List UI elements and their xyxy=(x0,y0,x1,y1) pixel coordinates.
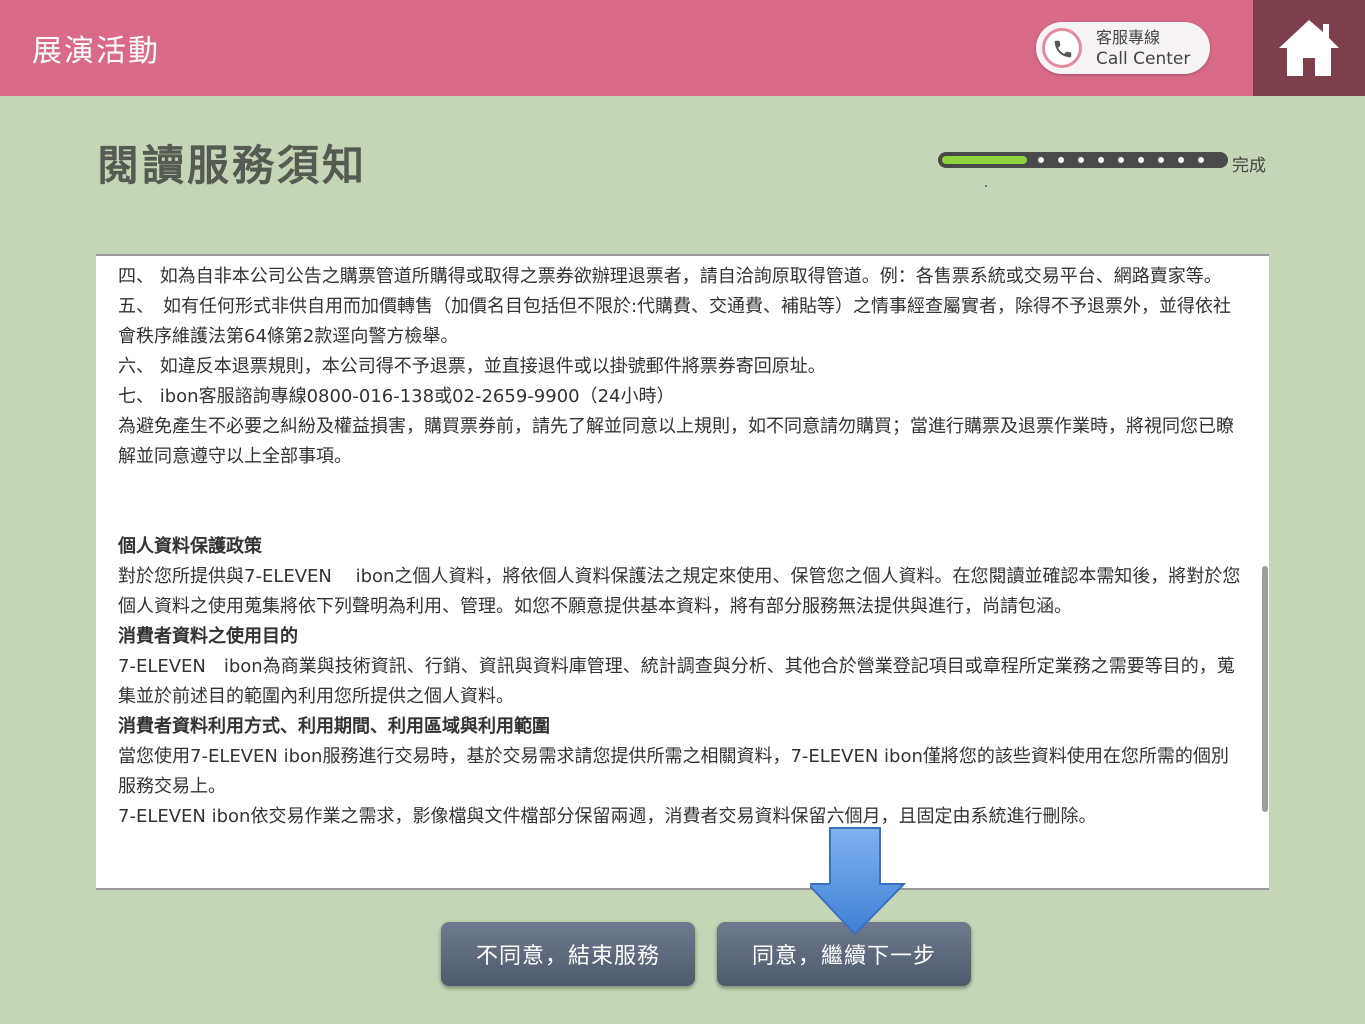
notice-spacer xyxy=(118,472,1246,532)
notice-scrollbar[interactable] xyxy=(1262,566,1268,812)
notice-paragraph: 當您使用7-ELEVEN ibon服務進行交易時，基於交易需求請您提供所需之相關… xyxy=(118,746,1229,797)
call-center-button[interactable]: 客服專線 Call Center xyxy=(1036,22,1210,74)
home-button[interactable] xyxy=(1253,0,1365,96)
progress-step-dot xyxy=(1058,157,1064,163)
notice-section-heading: 消費者資料之使用目的 xyxy=(118,626,298,647)
page-title: 閱讀服務須知 xyxy=(97,141,368,190)
progress-step-dot xyxy=(1138,157,1144,163)
progress-step-dot xyxy=(1118,157,1124,163)
progress-step-dot xyxy=(1038,157,1044,163)
notice-section-heading: 個人資料保護政策 xyxy=(118,536,262,557)
decorative-dot xyxy=(985,185,987,187)
home-icon xyxy=(1279,20,1339,76)
progress-step-dot xyxy=(1158,157,1164,163)
service-notice-box[interactable]: 四、 如為自非本公司公告之購票管道所購得或取得之票券欲辦理退票者，請自洽詢原取得… xyxy=(96,254,1269,890)
progress-bar xyxy=(938,152,1228,168)
notice-paragraph: 7-ELEVEN ibon為商業與技術資訊、行銷、資訊與資料庫管理、統計調查與分… xyxy=(118,656,1235,707)
phone-icon xyxy=(1042,28,1082,68)
progress-steps xyxy=(1038,157,1224,163)
header-title: 展演活動 xyxy=(32,34,160,69)
notice-section-heading: 消費者資料利用方式、利用期間、利用區域與利用範圍 xyxy=(118,716,550,737)
notice-paragraph: 7-ELEVEN ibon依交易作業之需求，影像檔與文件檔部分保留兩週，消費者交… xyxy=(118,806,1097,827)
down-arrow-icon xyxy=(810,827,906,936)
notice-content: 四、 如為自非本公司公告之購票管道所購得或取得之票券欲辦理退票者，請自洽詢原取得… xyxy=(118,262,1246,832)
notice-paragraph: 六、 如違反本退票規則，本公司得不予退票，並直接退件或以掛號郵件將票券寄回原址。 xyxy=(118,356,826,377)
notice-paragraph: 為避免產生不必要之糾紛及權益損害，購買票券前，請先了解並同意以上規則，如不同意請… xyxy=(118,416,1234,467)
progress-fill xyxy=(942,156,1027,164)
notice-paragraph: 四、 如為自非本公司公告之購票管道所購得或取得之票券欲辦理退票者，請自洽詢原取得… xyxy=(118,266,1222,287)
progress-step-dot xyxy=(1178,157,1184,163)
disagree-button[interactable]: 不同意，結束服務 xyxy=(441,922,695,986)
progress-label: 完成 xyxy=(1232,156,1266,176)
call-center-label-zh: 客服專線 xyxy=(1096,28,1161,47)
call-center-label-en: Call Center xyxy=(1096,49,1191,69)
progress-step-dot xyxy=(1198,157,1204,163)
notice-paragraph: 對於您所提供與7-ELEVEN ibon之個人資料，將依個人資料保護法之規定來使… xyxy=(118,566,1241,617)
notice-paragraph: 七、 ibon客服諮詢專線0800-016-138或02-2659-9900（2… xyxy=(118,386,675,407)
progress-step-dot xyxy=(1078,157,1084,163)
header-bar: 展演活動 客服專線 Call Center xyxy=(0,0,1253,96)
progress-step-dot xyxy=(1098,157,1104,163)
notice-paragraph: 五、 如有任何形式非供自用而加價轉售（加價名目包括但不限於:代購費、交通費、補貼… xyxy=(118,296,1232,347)
